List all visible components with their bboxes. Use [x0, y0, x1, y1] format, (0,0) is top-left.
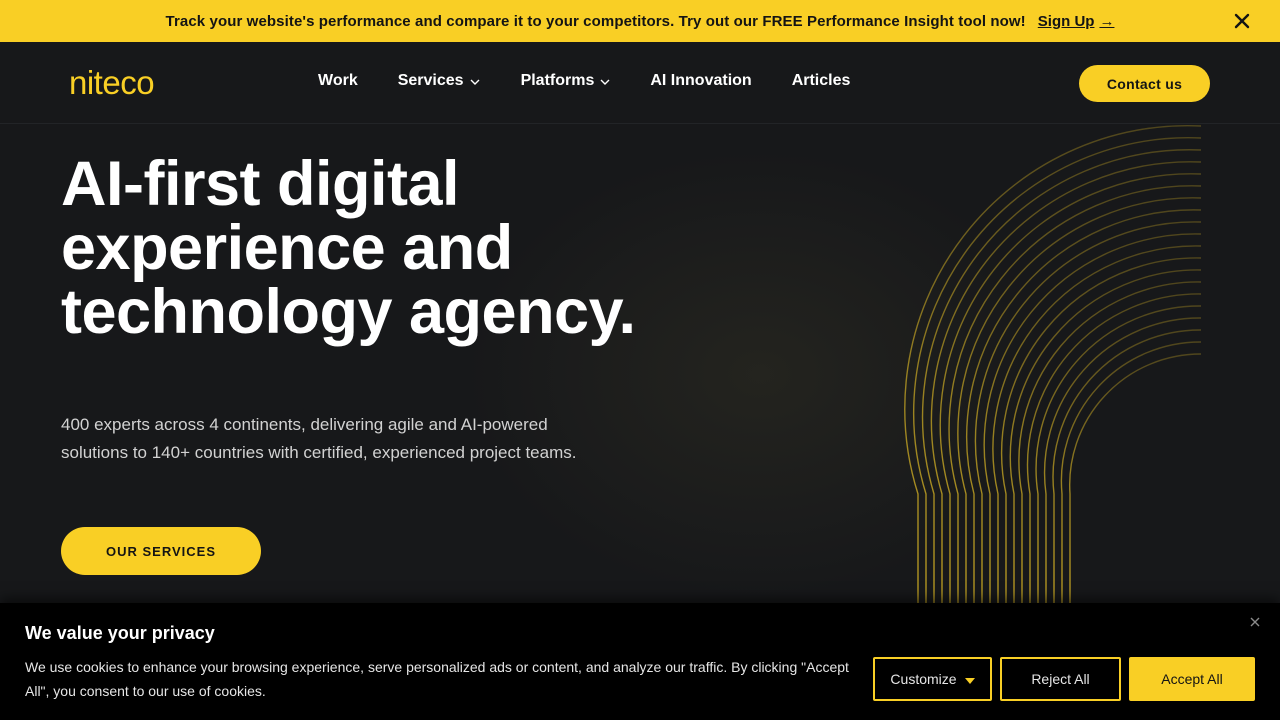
niteco-logo[interactable]: niteco [69, 66, 155, 100]
decorative-arcs [904, 124, 1202, 604]
our-services-button[interactable]: OUR SERVICES [61, 527, 261, 575]
sign-up-label: Sign Up [1037, 12, 1095, 30]
nav-item-ai-innovation[interactable]: AI Innovation [650, 72, 751, 90]
sign-up-link[interactable]: Sign Up → [1038, 13, 1115, 30]
cookie-title: We value your privacy [25, 623, 215, 643]
site-header: niteco Work Services Platforms AI Innova… [0, 42, 1280, 124]
customize-label: Customize [890, 671, 957, 687]
accept-all-button[interactable]: Accept All [1129, 657, 1255, 701]
close-icon[interactable] [1232, 11, 1252, 31]
nav-item-services[interactable]: Services [398, 72, 480, 90]
nav-item-label: AI Innovation [650, 72, 752, 89]
hero-title: AI-first digital experience and technolo… [61, 149, 636, 347]
announcement-message: Track your website's performance and com… [165, 12, 1026, 30]
nav-item-label: Work [318, 72, 358, 89]
chevron-down-icon [470, 72, 480, 90]
announcement-bar: Track your website's performance and com… [0, 0, 1280, 42]
nav-item-platforms[interactable]: Platforms [521, 72, 611, 90]
chevron-down-icon [600, 72, 610, 90]
customize-button[interactable]: Customize [873, 657, 992, 701]
contact-us-button[interactable]: Contact us [1079, 65, 1210, 102]
hero-subtitle: 400 experts across 4 continents, deliver… [61, 415, 577, 462]
nav-item-articles[interactable]: Articles [792, 72, 851, 90]
main-nav: Work Services Platforms AI Innovation Ar… [318, 72, 850, 90]
caret-down-icon [964, 671, 975, 687]
nav-item-label: Articles [791, 72, 851, 89]
nav-item-label: Services [397, 72, 464, 89]
nav-item-work[interactable]: Work [318, 72, 358, 90]
reject-all-button[interactable]: Reject All [1000, 657, 1121, 701]
nav-item-label: Platforms [520, 72, 595, 89]
close-icon[interactable] [1248, 615, 1262, 629]
arrow-right-icon: → [1099, 12, 1115, 30]
cookie-text: We use cookies to enhance your browsing … [25, 659, 849, 699]
cookie-consent-banner: We value your privacy We use cookies to … [0, 603, 1280, 720]
